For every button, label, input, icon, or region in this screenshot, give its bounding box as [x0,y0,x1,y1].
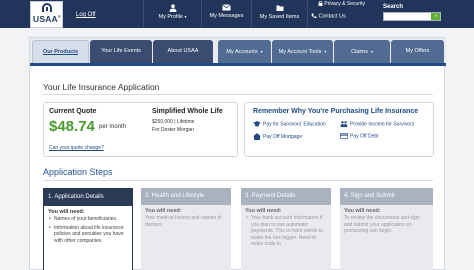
tab-our-products[interactable]: Our Products [32,40,89,63]
tab-my-accounts[interactable]: My Accounts ▾ [218,40,271,63]
top-bar: USAA® Log Off My Profile ▾ My Messages M… [0,0,474,28]
policy-insured: For Dexter Morgan [152,127,194,133]
step-application-details[interactable]: 1. Application Details You will need: Na… [43,188,133,270]
logo-text: USAA [33,14,58,24]
credit-card-icon [340,133,349,140]
tab-about-usaa[interactable]: About USAA [153,40,213,63]
step-title: 1. Application Details [44,189,132,206]
remember-why-card: Remember Why You're Purchasing Life Insu… [244,102,434,157]
lock-icon [318,0,323,7]
people-icon [340,121,348,127]
quote-change-link[interactable]: Can your quote change? [49,145,104,151]
my-messages-label: My Messages [209,13,244,19]
debt-label: Pay Off Debt [350,133,379,140]
step-title: 4. Sign and Submit [340,188,433,205]
contact-us-link[interactable]: Contact Us [311,13,346,19]
tab-my-accounts-label: My Accounts [226,48,258,55]
tab-my-account-tools[interactable]: My Account Tools ▾ [272,40,333,63]
debt-link[interactable]: Pay Off Debt [340,133,379,139]
tab-my-account-tools-label: My Account Tools [278,48,322,55]
tab-claims-label: Claims [351,48,368,55]
my-profile-label: My Profile [158,14,183,20]
quote-heading: Current Quote [49,108,97,115]
mortgage-link[interactable]: Pay Off Mortgage [253,133,302,140]
chevron-down-icon: ▾ [184,14,187,19]
my-saved-items-label: My Saved Items [259,14,300,20]
my-messages-link[interactable]: My Messages [201,0,251,28]
current-quote-card: Current Quote $48.74 per month Can your … [43,102,238,157]
education-link[interactable]: Pay for Survivors' Education [253,121,326,127]
list-item: Information about life insurance policie… [49,225,128,245]
chevron-down-icon: ▾ [370,49,373,54]
quote-amount: $48.74 [49,118,95,135]
folder-icon [276,5,283,11]
main-content: Our Products Your Life Events About USAA… [29,37,446,270]
tab-claims[interactable]: Claims ▾ [334,40,390,63]
search-button[interactable]: » [431,13,440,20]
page-title: Your Life Insurance Application [43,82,160,92]
title-divider [43,94,433,95]
my-saved-items-link[interactable]: My Saved Items [251,0,308,28]
quote-period: per month [99,124,127,130]
search-label: Search [383,4,404,10]
tab-my-offers[interactable]: My Offers [391,40,444,63]
chevron-down-icon: ▾ [324,49,327,54]
usaa-logo[interactable]: USAA® [30,1,63,28]
step-need-label: You will need: [344,208,381,214]
primary-nav-tabs: Our Products Your Life Events About USAA… [30,38,446,63]
step-requirements: Names of your beneficiaries. Information… [44,215,132,244]
list-item: Your bank account information if you pla… [246,215,327,248]
my-profile-menu[interactable]: My Profile ▾ [143,0,201,28]
house-icon [253,133,261,140]
step-description: Your medical history and names of doctor… [145,215,222,228]
step-title: 2. Health and Lifestyle [141,188,231,205]
step-title: 3. Payment Details [241,188,331,205]
privacy-security-label: Privacy & Security [324,1,365,7]
chevron-down-icon: ▾ [260,49,263,54]
privacy-security-link[interactable]: Privacy & Security [318,0,365,7]
income-link[interactable]: Provide Income for Survivors [340,121,414,127]
tab-your-life-events[interactable]: Your Life Events [90,40,152,63]
tab-divider [30,63,446,66]
education-label: Pay for Survivors' Education [263,121,326,128]
step-need-label: You will need: [48,209,85,215]
step-need-label: You will need: [245,208,282,214]
remember-heading: Remember Why You're Purchasing Life Insu… [253,108,419,115]
phone-icon [311,13,317,19]
steps-heading: Application Steps [43,167,113,177]
step-need-label: You will need: [145,208,182,214]
step-description: To review the documents and sign and sub… [344,215,420,234]
graduation-cap-icon [253,121,261,127]
steps-divider [43,180,433,181]
step-requirements: Your bank account information if you pla… [241,214,331,248]
step-health-lifestyle[interactable]: 2. Health and Lifestyle You will need: Y… [141,188,231,270]
step-payment-details[interactable]: 3. Payment Details You will need: Your b… [241,188,331,270]
log-off-link[interactable]: Log Off [76,12,96,18]
eagle-icon [42,3,52,12]
mortgage-label: Pay Off Mortgage [263,133,303,140]
contact-us-label: Contact Us [318,13,346,20]
person-icon [169,4,176,12]
policy-detail: $250,000 | Lifetime [152,119,195,125]
policy-heading: Simplified Whole Life [152,108,223,115]
step-sign-submit[interactable]: 4. Sign and Submit You will need: To rev… [340,188,433,270]
envelope-icon [222,4,231,11]
list-item: Names of your beneficiaries. [49,216,128,223]
income-label: Provide Income for Survivors [350,121,415,128]
